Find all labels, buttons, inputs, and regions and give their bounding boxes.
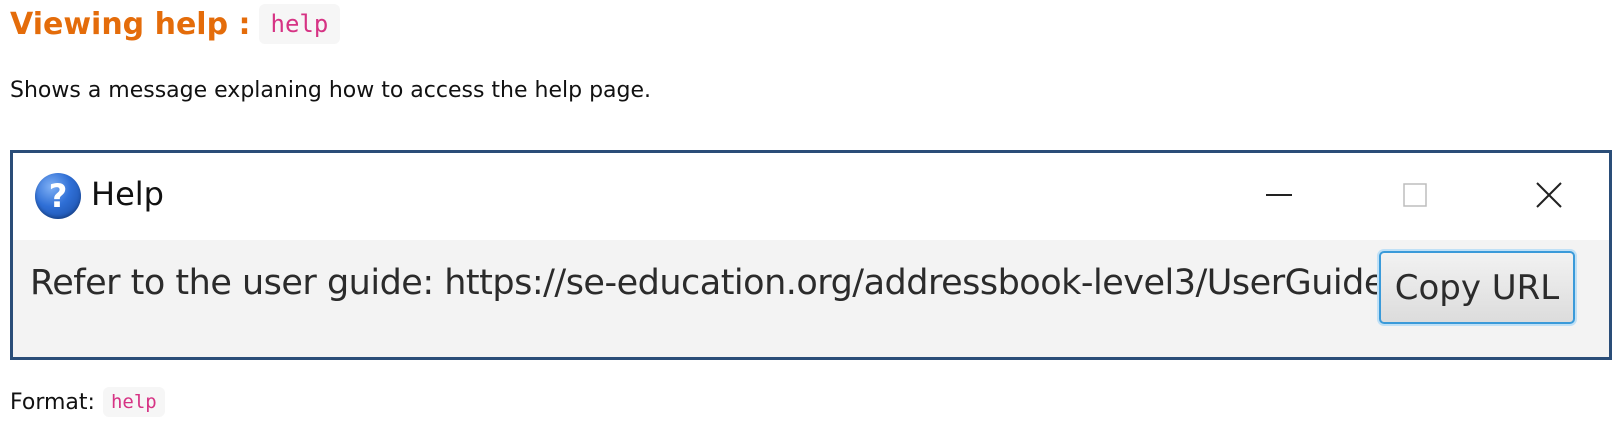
heading-text: Viewing help : — [10, 6, 251, 42]
window-title: Help — [91, 175, 164, 213]
user-guide-message: Refer to the user guide: https://se-educ… — [30, 263, 1474, 303]
close-icon — [1536, 182, 1562, 208]
format-label: Format: — [10, 389, 95, 415]
close-button[interactable] — [1519, 167, 1579, 223]
minimize-button[interactable] — [1249, 167, 1309, 223]
section-heading: Viewing help : help — [10, 2, 341, 46]
format-command-code: help — [102, 387, 165, 417]
section-description: Shows a message explaning how to access … — [10, 78, 652, 103]
copy-url-button[interactable]: Copy URL — [1379, 251, 1575, 324]
help-doc-page: Viewing help : help Shows a message expl… — [0, 0, 1620, 440]
window-titlebar: ? Help — [13, 153, 1609, 240]
heading-command-code: help — [258, 4, 341, 44]
maximize-button[interactable] — [1385, 167, 1445, 223]
maximize-icon — [1403, 183, 1427, 207]
help-window-screenshot: ? Help Refer to the user guide: https://… — [10, 150, 1612, 360]
minimize-icon — [1266, 194, 1292, 196]
format-line: Format: help — [10, 384, 165, 420]
question-mark-icon: ? — [35, 173, 81, 219]
